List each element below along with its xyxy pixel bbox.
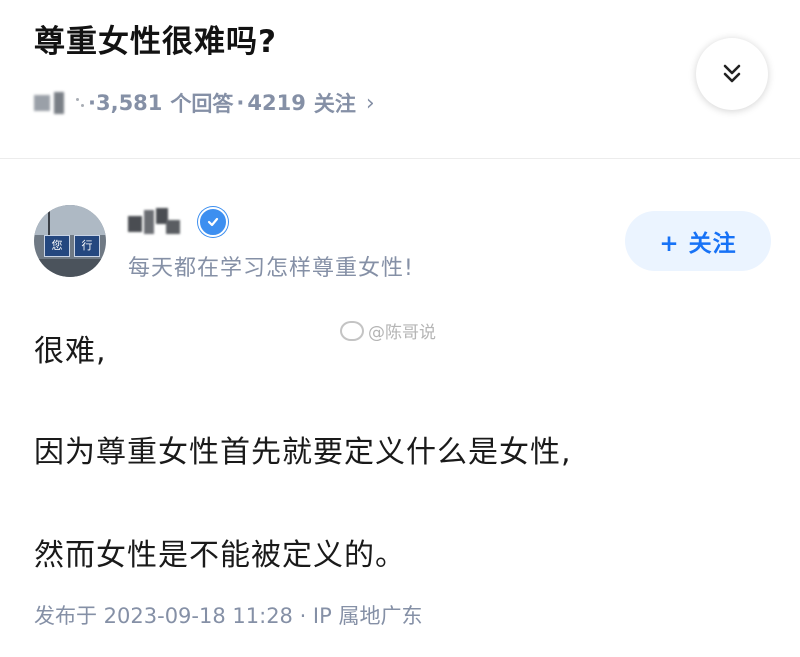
watermark-text: @陈哥说 xyxy=(368,323,436,343)
blurred-author-name xyxy=(126,206,184,238)
follow-button[interactable]: + 关注 xyxy=(625,211,771,271)
verified-badge-icon xyxy=(198,207,228,237)
collapse-button[interactable] xyxy=(696,38,768,110)
meta-separator: · xyxy=(88,91,96,115)
chevron-right-icon: › xyxy=(365,90,375,116)
weibo-icon xyxy=(340,320,364,341)
answer-count-label: 个回答 xyxy=(170,92,234,116)
answer-paragraph: 因为尊重女性首先就要定义什么是女性, xyxy=(34,435,572,470)
publish-timestamp: 发布于 2023-09-18 11:28 · IP 属地广东 xyxy=(34,604,423,628)
follower-count-label: 关注 xyxy=(313,92,356,116)
blurred-avatar-fragment xyxy=(54,92,64,114)
follower-count: 4219 xyxy=(247,91,306,115)
double-chevron-down-icon xyxy=(723,64,741,83)
avatar-sign: 您 xyxy=(44,235,70,257)
avatar-sign: 行 xyxy=(74,235,100,257)
author-name[interactable] xyxy=(126,206,228,238)
question-meta[interactable]: · 3,581 个回答 · 4219 关注 › xyxy=(34,86,375,120)
author-avatar[interactable]: 您 行 xyxy=(34,205,106,277)
question-title[interactable]: 尊重女性很难吗? xyxy=(34,16,277,61)
section-divider xyxy=(0,158,800,159)
watermark: @陈哥说 xyxy=(340,318,436,343)
author-bio: 每天都在学习怎样尊重女性! xyxy=(128,256,414,281)
blurred-avatar-fragment xyxy=(34,95,50,111)
answer-paragraph: 然而女性是不能被定义的。 xyxy=(34,538,406,573)
answer-paragraph: 很难, xyxy=(34,334,107,369)
meta-separator: · xyxy=(236,91,245,115)
answer-count: 3,581 xyxy=(95,91,163,115)
blurred-avatar-fragment xyxy=(74,94,86,112)
